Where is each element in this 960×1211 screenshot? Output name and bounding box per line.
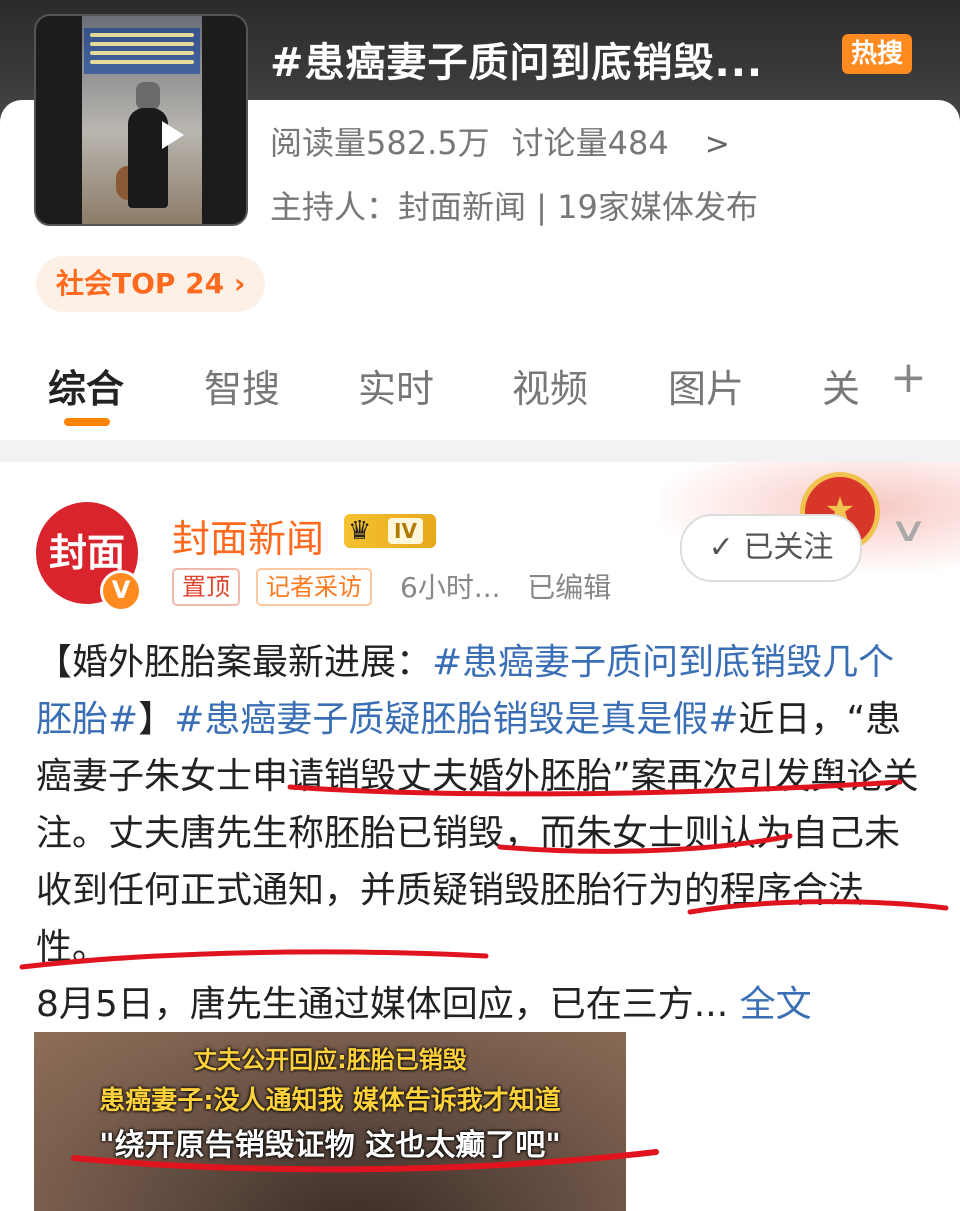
crown-icon: ♛ (348, 516, 372, 546)
video-caption-1: 丈夫公开回应:胚胎已销毁 (193, 1046, 467, 1074)
post-video[interactable]: 丈夫公开回应:胚胎已销毁 患癌妻子:没人通知我 媒体告诉我才知道 "绕开原告销毁… (34, 1032, 626, 1211)
text-bracket-close: 】 (138, 699, 175, 740)
level-label: IV (388, 518, 423, 544)
post-meta: 6小时... 已编辑 (400, 566, 611, 606)
hot-search-badge: 热搜 (842, 34, 912, 74)
weibo-post: ★ 封面 V 封面新闻 ♛ IV 置顶 记者采访 6小时... 已编辑 ✓ 已关… (0, 462, 960, 1211)
discussion-count: 讨论量484 (511, 124, 669, 162)
tab-realtime[interactable]: 实时 (358, 358, 434, 413)
member-level-badge: ♛ IV (344, 514, 436, 548)
section-separator (0, 440, 960, 462)
reporter-tag: 记者采访 (256, 568, 372, 606)
text-body-continued: 8月5日，唐先生通过媒体回应，已在三方... (36, 984, 729, 1025)
tab-smart-search[interactable]: 智搜 (204, 358, 280, 413)
post-text: 【婚外胚胎案最新进展：#患癌妻子质问到底销毁几个胚胎#】#患癌妻子质疑胚胎销毁是… (36, 634, 926, 1033)
followed-button[interactable]: ✓ 已关注 (680, 514, 862, 582)
text-bracket-open: 【婚外胚胎案最新进展： (36, 642, 433, 683)
read-count: 阅读量582.5万 (270, 124, 490, 162)
tab-comprehensive[interactable]: 综合 (48, 358, 124, 413)
add-tab-icon[interactable]: + (890, 352, 927, 403)
topic-link-2[interactable]: #患癌妻子质疑胚胎销毁是真是假# (174, 699, 738, 740)
edited-label: 已编辑 (527, 571, 612, 604)
tab-video[interactable]: 视频 (512, 358, 588, 413)
play-icon[interactable] (162, 121, 184, 149)
blurred-face (136, 82, 160, 110)
pinned-tag: 置顶 (172, 568, 240, 606)
topic-video-thumbnail[interactable] (34, 14, 248, 226)
search-tabs: 综合 智搜 实时 视频 图片 关 (0, 358, 960, 430)
video-caption-3: "绕开原告销毁证物 这也太癫了吧" (99, 1128, 561, 1163)
verified-icon: V (100, 570, 142, 612)
video-caption-2: 患癌妻子:没人通知我 媒体告诉我才知道 (99, 1086, 561, 1116)
author-name[interactable]: 封面新闻 (172, 508, 324, 563)
chevron-down-icon[interactable]: ∨ (889, 510, 929, 550)
thumbnail-banner (84, 28, 200, 74)
topic-title: #患癌妻子质问到底销毁... (270, 40, 764, 86)
chevron-right-icon[interactable]: > (705, 127, 730, 162)
tab-images[interactable]: 图片 (668, 358, 744, 413)
active-tab-indicator (64, 418, 110, 426)
topic-stats[interactable]: 阅读量582.5万 讨论量484 > (270, 118, 730, 164)
topic-host: 主持人：封面新闻 | 19家媒体发布 (270, 188, 758, 226)
expand-full-text-link[interactable]: 全文 (740, 984, 812, 1025)
tab-follow[interactable]: 关 (822, 358, 860, 413)
post-time: 6小时... (400, 571, 501, 604)
ranking-pill[interactable]: 社会TOP 24 › (36, 256, 266, 312)
